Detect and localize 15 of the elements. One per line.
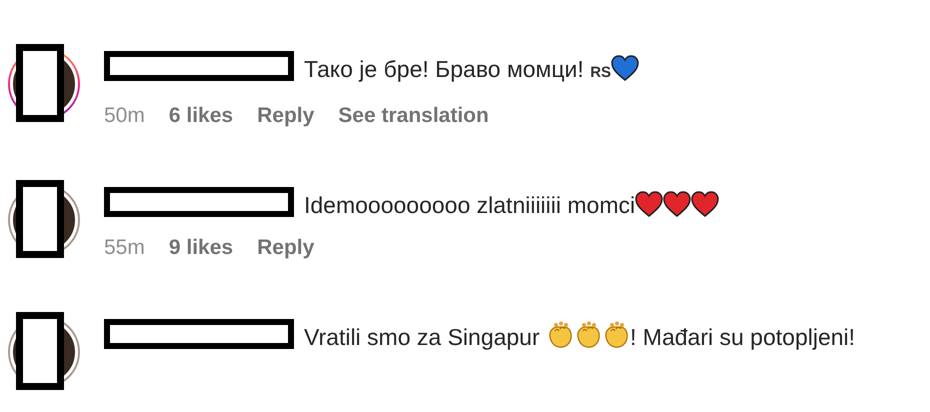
action-link[interactable]: Reply	[257, 236, 314, 260]
action-link[interactable]: 9 likes	[168, 236, 234, 260]
flag-letters: RS	[590, 64, 612, 81]
comment-text: ! Mađari su potopljeni!	[630, 324, 856, 350]
comment-text: Vratili smo za Singapur	[304, 324, 541, 350]
comment-text: Тако је бре! Браво момци!	[304, 56, 585, 82]
action-link[interactable]: See translation	[338, 104, 489, 128]
clapping-hands-icon	[574, 321, 602, 349]
clapping-hands-icon	[602, 321, 630, 349]
comment-text: Idemooooooooo zlatniiiiiii momci	[304, 192, 636, 218]
timestamp: 55m	[104, 236, 145, 260]
timestamp: 50m	[104, 104, 145, 128]
clapping-hands-icon	[546, 321, 574, 349]
action-link[interactable]: Reply	[257, 104, 314, 128]
action-link[interactable]: 6 likes	[168, 104, 234, 128]
